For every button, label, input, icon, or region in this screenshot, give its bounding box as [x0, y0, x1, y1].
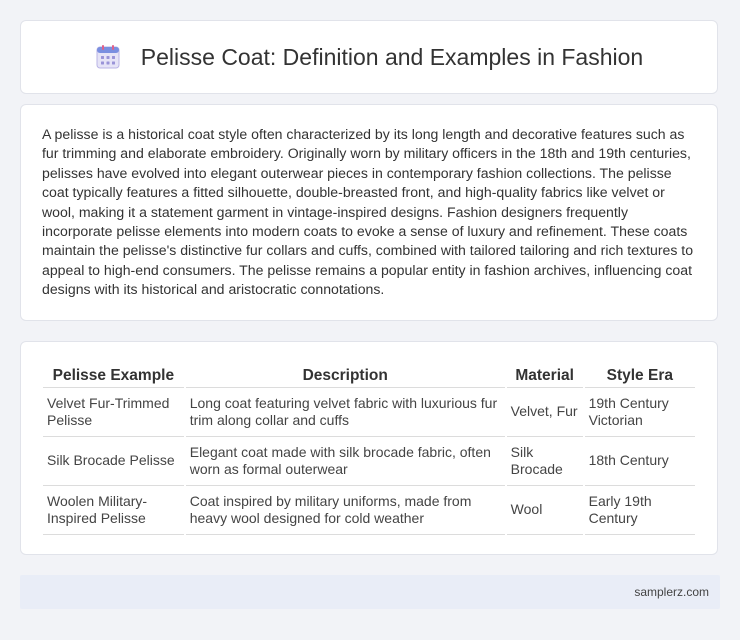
column-header: Pelisse Example	[43, 363, 184, 388]
table-row: Woolen Military-Inspired Pelisse Coat in…	[43, 486, 695, 535]
table-cell: Wool	[506, 486, 583, 535]
examples-table: Pelisse Example Description Material Sty…	[41, 363, 697, 535]
column-header: Material	[506, 363, 583, 388]
page-title: Pelisse Coat: Definition and Examples in…	[140, 43, 644, 70]
table-cell: Velvet, Fur	[506, 388, 583, 437]
table-cell: Early 19th Century	[584, 486, 695, 535]
table-row: Silk Brocade Pelisse Elegant coat made w…	[43, 437, 695, 486]
header-card: Pelisse Coat: Definition and Examples in…	[20, 20, 718, 94]
footer-site-link[interactable]: samplerz.com	[634, 585, 709, 599]
table-card: Pelisse Example Description Material Sty…	[20, 341, 718, 555]
intro-card: A pelisse is a historical coat style oft…	[20, 104, 718, 321]
table-cell: 18th Century	[584, 437, 695, 486]
table-cell: Long coat featuring velvet fabric with l…	[185, 388, 505, 437]
table-cell: Elegant coat made with silk brocade fabr…	[185, 437, 505, 486]
table-header-row: Pelisse Example Description Material Sty…	[43, 363, 695, 388]
table-cell: 19th Century Victorian	[584, 388, 695, 437]
table-cell: Coat inspired by military uniforms, made…	[185, 486, 505, 535]
table-cell: Silk Brocade	[506, 437, 583, 486]
table-row: Velvet Fur-Trimmed Pelisse Long coat fea…	[43, 388, 695, 437]
column-header: Description	[185, 363, 505, 388]
table-cell: Silk Brocade Pelisse	[43, 437, 184, 486]
intro-paragraph: A pelisse is a historical coat style oft…	[42, 126, 694, 298]
table-cell: Velvet Fur-Trimmed Pelisse	[43, 388, 184, 437]
footer: samplerz.com	[20, 575, 720, 609]
column-header: Style Era	[584, 363, 695, 388]
table-cell: Woolen Military-Inspired Pelisse	[43, 486, 184, 535]
calendar-icon	[96, 45, 120, 69]
